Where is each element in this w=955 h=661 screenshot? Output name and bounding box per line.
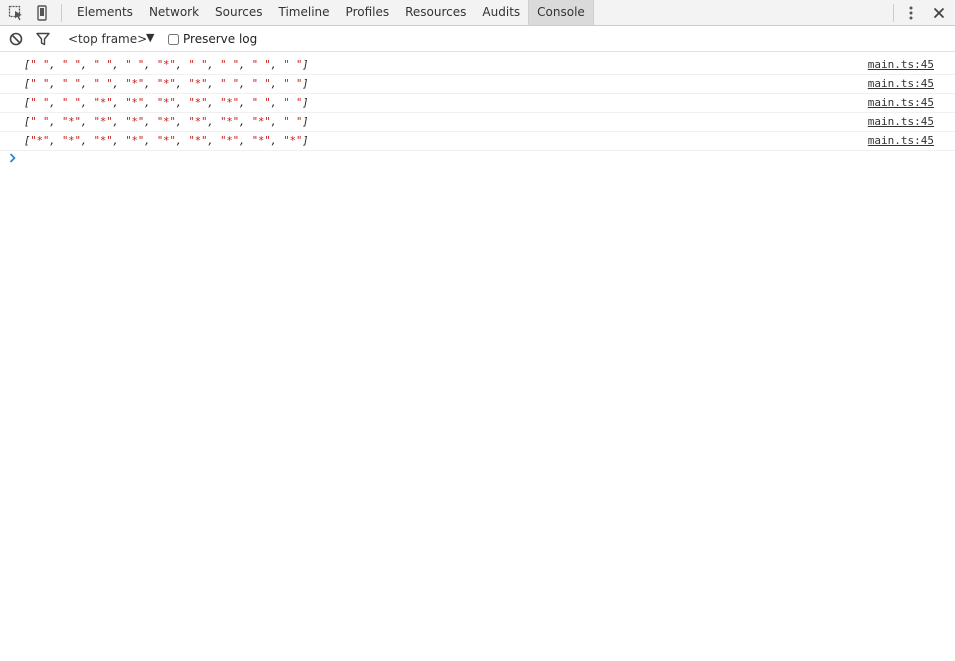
array-string-value: " " xyxy=(30,97,50,109)
tab-profiles[interactable]: Profiles xyxy=(338,0,398,25)
array-string-value: "*" xyxy=(156,116,176,128)
close-icon[interactable] xyxy=(929,3,949,23)
console-message-text: [" ", " ", " ", "*", "*", "*", " ", " ",… xyxy=(24,78,309,90)
devtools-toolbar: Elements Network Sources Timeline Profiles Re… xyxy=(0,0,955,26)
array-string-value: " " xyxy=(30,78,50,90)
array-string-value: "*" xyxy=(188,116,208,128)
console-filter-bar: <top frame> ▼ Preserve log xyxy=(0,26,955,52)
array-string-value: "*" xyxy=(93,116,113,128)
tab-timeline[interactable]: Timeline xyxy=(271,0,338,25)
console-message-text: [" ", "*", "*", "*", "*", "*", "*", "*",… xyxy=(24,116,309,128)
array-string-value: " " xyxy=(61,59,81,71)
array-string-value: "*" xyxy=(93,135,113,147)
more-options-icon[interactable] xyxy=(901,3,921,23)
console-messages: [" ", " ", " ", " ", "*", " ", " ", " ",… xyxy=(0,56,955,151)
filter-icon[interactable] xyxy=(33,29,53,49)
array-string-value: "*" xyxy=(220,97,240,109)
console-message-text: [" ", " ", "*", "*", "*", "*", "*", " ",… xyxy=(24,97,309,109)
array-string-value: " " xyxy=(283,78,303,90)
source-link[interactable]: main.ts:45 xyxy=(868,115,934,129)
toolbar-divider xyxy=(893,4,894,22)
tab-console[interactable]: Console xyxy=(528,0,594,25)
array-string-value: " " xyxy=(125,59,145,71)
array-string-value: "*" xyxy=(61,116,81,128)
array-string-value: "*" xyxy=(188,78,208,90)
console-message: [" ", " ", "*", "*", "*", "*", "*", " ",… xyxy=(0,94,955,113)
array-string-value: " " xyxy=(30,116,50,128)
array-string-value: "*" xyxy=(30,135,50,147)
preserve-log-label: Preserve log xyxy=(183,32,258,46)
array-string-value: " " xyxy=(30,59,50,71)
array-string-value: " " xyxy=(93,59,113,71)
array-string-value: "*" xyxy=(125,135,145,147)
array-string-value: " " xyxy=(61,78,81,90)
console-message: [" ", " ", " ", "*", "*", "*", " ", " ",… xyxy=(0,75,955,94)
array-string-value: " " xyxy=(220,59,240,71)
array-string-value: "*" xyxy=(220,135,240,147)
array-string-value: "*" xyxy=(283,135,303,147)
array-string-value: "*" xyxy=(251,116,271,128)
console-message: [" ", "*", "*", "*", "*", "*", "*", "*",… xyxy=(0,113,955,132)
array-string-value: "*" xyxy=(93,97,113,109)
tab-audits[interactable]: Audits xyxy=(474,0,528,25)
chevron-down-icon[interactable]: ▼ xyxy=(146,30,154,46)
array-string-value: "*" xyxy=(125,78,145,90)
console-message: [" ", " ", " ", " ", "*", " ", " ", " ",… xyxy=(0,56,955,75)
array-string-value: "*" xyxy=(251,135,271,147)
preserve-log-option[interactable]: Preserve log xyxy=(168,31,257,47)
preserve-log-checkbox[interactable] xyxy=(168,33,179,45)
frame-select[interactable]: <top frame> xyxy=(68,31,147,47)
array-string-value: " " xyxy=(251,59,271,71)
array-string-value: " " xyxy=(283,59,303,71)
source-link[interactable]: main.ts:45 xyxy=(868,96,934,110)
array-string-value: " " xyxy=(251,78,271,90)
console-prompt-icon[interactable] xyxy=(8,152,20,166)
array-string-value: " " xyxy=(61,97,81,109)
array-string-value: " " xyxy=(251,97,271,109)
tab-elements[interactable]: Elements xyxy=(69,0,141,25)
console-message: ["*", "*", "*", "*", "*", "*", "*", "*",… xyxy=(0,132,955,151)
array-string-value: " " xyxy=(220,78,240,90)
tab-network[interactable]: Network xyxy=(141,0,207,25)
array-string-value: "*" xyxy=(188,135,208,147)
array-string-value: "*" xyxy=(125,97,145,109)
source-link[interactable]: main.ts:45 xyxy=(868,134,934,148)
array-string-value: " " xyxy=(93,78,113,90)
tab-resources[interactable]: Resources xyxy=(397,0,474,25)
clear-console-icon[interactable] xyxy=(6,29,26,49)
device-mode-icon[interactable] xyxy=(32,3,52,23)
array-string-value: "*" xyxy=(188,97,208,109)
array-string-value: "*" xyxy=(156,78,176,90)
array-string-value: "*" xyxy=(125,116,145,128)
inspect-element-icon[interactable] xyxy=(6,3,26,23)
console-message-text: ["*", "*", "*", "*", "*", "*", "*", "*",… xyxy=(24,135,309,147)
array-string-value: " " xyxy=(283,116,303,128)
array-string-value: "*" xyxy=(61,135,81,147)
array-string-value: "*" xyxy=(220,116,240,128)
toolbar-divider xyxy=(61,4,62,22)
array-string-value: "*" xyxy=(156,135,176,147)
tab-sources[interactable]: Sources xyxy=(207,0,270,25)
array-string-value: "*" xyxy=(156,59,176,71)
console-message-text: [" ", " ", " ", " ", "*", " ", " ", " ",… xyxy=(24,59,309,71)
array-string-value: "*" xyxy=(156,97,176,109)
source-link[interactable]: main.ts:45 xyxy=(868,58,934,72)
array-string-value: " " xyxy=(283,97,303,109)
panel-tabs: Elements Network Sources Timeline Profiles Re… xyxy=(69,0,594,25)
array-string-value: " " xyxy=(188,59,208,71)
source-link[interactable]: main.ts:45 xyxy=(868,77,934,91)
